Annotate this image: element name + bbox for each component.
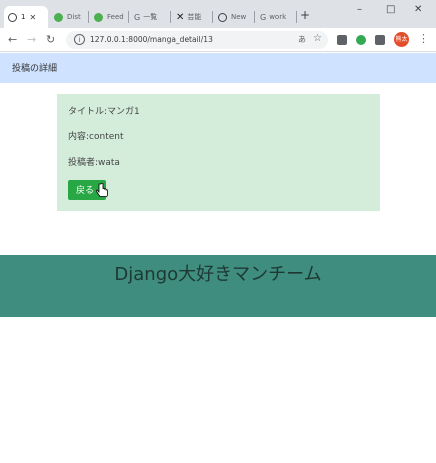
tab-label: 一覧 bbox=[143, 13, 158, 21]
more-menu-icon[interactable]: ⋮ bbox=[418, 32, 429, 45]
info-icon[interactable]: i bbox=[74, 34, 85, 45]
tab-label: 芸能 bbox=[187, 13, 202, 21]
maximize-button[interactable]: □ bbox=[386, 4, 395, 15]
post-content: 内容:content bbox=[68, 132, 124, 142]
tab-dist[interactable]: Dist bbox=[50, 6, 89, 28]
tab-label: Feed bbox=[107, 13, 124, 21]
search-icon: G bbox=[134, 12, 141, 22]
tab-list[interactable]: G 一覧 bbox=[130, 6, 171, 28]
address-bar[interactable]: i 127.0.0.1:8000/manga_detail/13 あ ☆ bbox=[66, 31, 328, 49]
browser-toolbar: ← → ↻ i 127.0.0.1:8000/manga_detail/13 あ… bbox=[0, 28, 436, 52]
forward-arrow-icon[interactable]: → bbox=[27, 33, 36, 46]
tab-feed[interactable]: Feed bbox=[90, 6, 129, 28]
navbar-brand[interactable]: 投稿の詳細 bbox=[12, 61, 57, 74]
page-icon bbox=[218, 12, 227, 22]
page-navbar: 投稿の詳細 bbox=[0, 53, 436, 83]
page-icon bbox=[8, 12, 17, 22]
puzzle-icon[interactable] bbox=[375, 35, 385, 45]
tab-work[interactable]: G work bbox=[256, 6, 297, 28]
footer-text: Django大好きマンチーム bbox=[114, 264, 322, 285]
green-site-icon bbox=[94, 12, 103, 22]
back-arrow-icon[interactable]: ← bbox=[8, 33, 17, 46]
tab-label: New bbox=[231, 13, 247, 21]
tab-label: Dist bbox=[67, 13, 81, 21]
post-title: タイトル:マンガ1 bbox=[68, 107, 140, 117]
grammar-extension-icon[interactable] bbox=[356, 35, 366, 45]
profile-avatar[interactable]: 熊太 bbox=[394, 32, 409, 47]
tab-label: 1 bbox=[21, 13, 26, 21]
tab-label: work bbox=[269, 13, 287, 21]
minimize-button[interactable]: – bbox=[357, 4, 362, 15]
translate-icon[interactable]: あ bbox=[298, 34, 306, 45]
tab-new[interactable]: New bbox=[214, 6, 255, 28]
search-icon: G bbox=[260, 12, 267, 22]
new-tab-button[interactable]: + bbox=[300, 8, 310, 22]
post-author: 投稿者:wata bbox=[68, 158, 120, 168]
x-icon: ✕ bbox=[176, 11, 185, 23]
green-site-icon bbox=[54, 12, 63, 22]
browser-tab-strip: 1 ✕ Dist Feed G 一覧 ✕ 芸能 New G work + – □… bbox=[0, 0, 436, 28]
hand-cursor-icon bbox=[96, 183, 108, 197]
close-tab-icon[interactable]: ✕ bbox=[29, 13, 36, 22]
site-footer: Django大好きマンチーム bbox=[0, 255, 436, 317]
close-window-button[interactable]: ✕ bbox=[414, 4, 422, 15]
tab-active[interactable]: 1 ✕ bbox=[4, 6, 48, 28]
url-text: 127.0.0.1:8000/manga_detail/13 bbox=[90, 35, 213, 44]
extension-icon[interactable] bbox=[337, 35, 347, 45]
star-icon[interactable]: ☆ bbox=[313, 33, 322, 44]
tab-entertainment[interactable]: ✕ 芸能 bbox=[172, 6, 213, 28]
reload-icon[interactable]: ↻ bbox=[46, 33, 55, 46]
